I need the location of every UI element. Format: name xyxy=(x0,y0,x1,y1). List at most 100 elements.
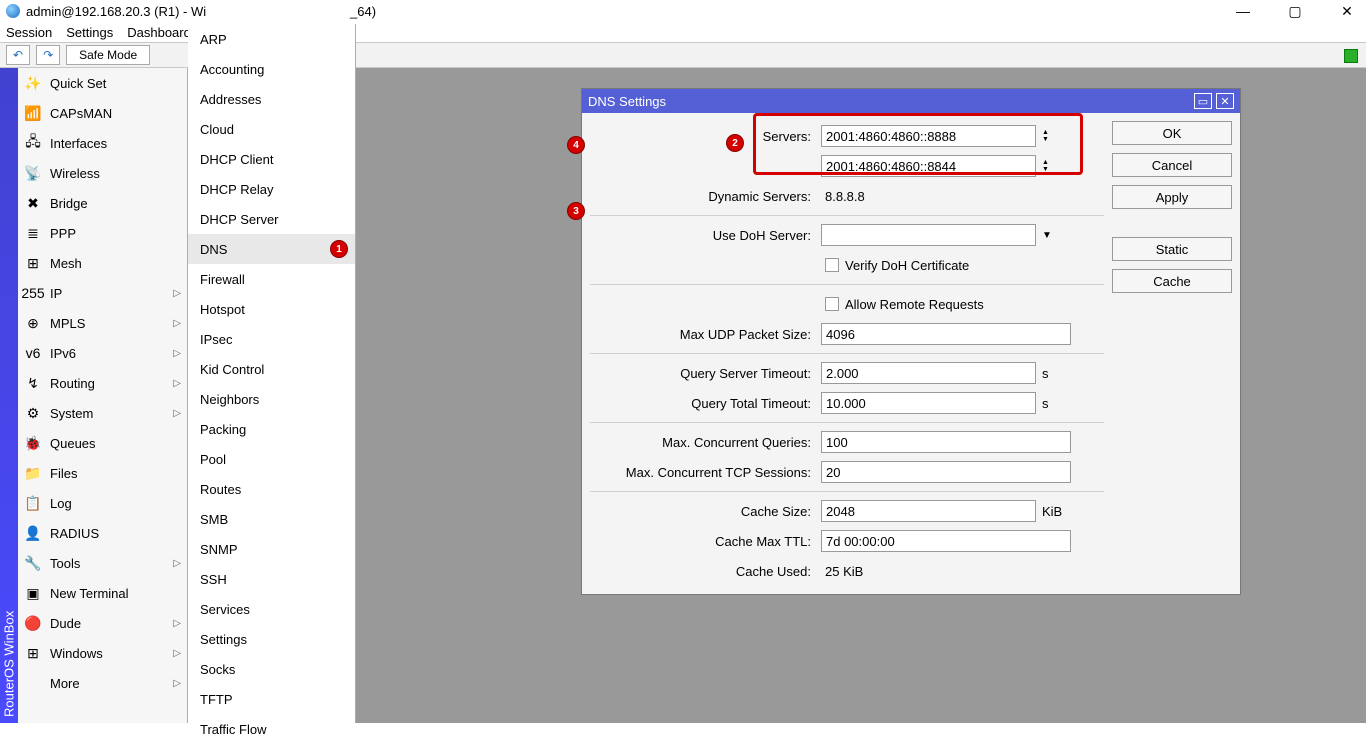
maxq-input[interactable] xyxy=(821,431,1071,453)
sidebar-icon: 255 xyxy=(24,284,42,302)
submenu-item-pool[interactable]: Pool xyxy=(188,444,355,474)
submenu-item-addresses[interactable]: Addresses xyxy=(188,84,355,114)
submenu-item-ipsec[interactable]: IPsec xyxy=(188,324,355,354)
cache-button[interactable]: Cache xyxy=(1112,269,1232,293)
doh-input[interactable] xyxy=(821,224,1036,246)
submenu-item-kid-control[interactable]: Kid Control xyxy=(188,354,355,384)
submenu-item-dns[interactable]: DNS1 xyxy=(188,234,355,264)
submenu-item-dhcp-relay[interactable]: DHCP Relay xyxy=(188,174,355,204)
dynservers-value xyxy=(821,185,1071,207)
dynservers-label: Dynamic Servers: xyxy=(590,189,815,204)
doh-label: Use DoH Server: xyxy=(590,228,815,243)
sidebar-label: Wireless xyxy=(50,166,100,181)
servers-input-1[interactable] xyxy=(821,125,1036,147)
menu-dashboard[interactable]: Dashboard xyxy=(127,25,191,40)
submenu-item-traffic-flow[interactable]: Traffic Flow xyxy=(188,714,355,744)
submenu-item-hotspot[interactable]: Hotspot xyxy=(188,294,355,324)
submenu-item-snmp[interactable]: SNMP xyxy=(188,534,355,564)
submenu-item-packing[interactable]: Packing xyxy=(188,414,355,444)
sidebar-icon: ⊞ xyxy=(24,254,42,272)
submenu-item-settings[interactable]: Settings xyxy=(188,624,355,654)
allow-remote-checkbox[interactable] xyxy=(825,297,839,311)
sidebar-item-radius[interactable]: 👤RADIUS xyxy=(18,518,187,548)
sidebar-item-windows[interactable]: ⊞Windows▷ xyxy=(18,638,187,668)
menu-session[interactable]: Session xyxy=(6,25,52,40)
cmax-input[interactable] xyxy=(821,530,1071,552)
servers-1-spinner[interactable]: ▲▼ xyxy=(1042,129,1056,143)
dialog-buttons: OK Cancel Apply Static Cache 4 3 xyxy=(1112,121,1232,586)
undo-button[interactable]: ↶ xyxy=(6,45,30,65)
sidebar-item-dude[interactable]: 🔴Dude▷ xyxy=(18,608,187,638)
sidebar-item-log[interactable]: 📋Log xyxy=(18,488,187,518)
submenu-item-services[interactable]: Services xyxy=(188,594,355,624)
sidebar-icon: 📋 xyxy=(24,494,42,512)
dialog-titlebar[interactable]: DNS Settings ▭ ✕ xyxy=(582,89,1240,113)
sidebar-item-routing[interactable]: ↯Routing▷ xyxy=(18,368,187,398)
sidebar-item-new-terminal[interactable]: ▣New Terminal xyxy=(18,578,187,608)
sidebar-item-files[interactable]: 📁Files xyxy=(18,458,187,488)
redo-button[interactable]: ↷ xyxy=(36,45,60,65)
csize-input[interactable] xyxy=(821,500,1036,522)
arch-label: _64) xyxy=(350,4,376,19)
close-button[interactable]: ✕ xyxy=(1334,3,1360,20)
sidebar-item-more[interactable]: More▷ xyxy=(18,668,187,698)
sidebar-label: System xyxy=(50,406,93,421)
sidebar-item-bridge[interactable]: ✖Bridge xyxy=(18,188,187,218)
qst-label: Query Server Timeout: xyxy=(590,366,815,381)
submenu-arrow-icon: ▷ xyxy=(173,348,181,359)
sidebar-label: Bridge xyxy=(50,196,88,211)
submenu-item-cloud[interactable]: Cloud xyxy=(188,114,355,144)
cused-label: Cache Used: xyxy=(590,564,815,579)
submenu-arrow-icon: ▷ xyxy=(173,288,181,299)
submenu-item-smb[interactable]: SMB xyxy=(188,504,355,534)
submenu-item-dhcp-client[interactable]: DHCP Client xyxy=(188,144,355,174)
submenu-item-accounting[interactable]: Accounting xyxy=(188,54,355,84)
submenu-item-neighbors[interactable]: Neighbors xyxy=(188,384,355,414)
ok-button[interactable]: OK xyxy=(1112,121,1232,145)
dialog-close-button[interactable]: ✕ xyxy=(1216,93,1234,109)
verify-doh-checkbox[interactable] xyxy=(825,258,839,272)
qtt-input[interactable] xyxy=(821,392,1036,414)
maxudp-input[interactable] xyxy=(821,323,1071,345)
submenu-item-ssh[interactable]: SSH xyxy=(188,564,355,594)
maxtcp-input[interactable] xyxy=(821,461,1071,483)
sidebar-item-wireless[interactable]: 📡Wireless xyxy=(18,158,187,188)
sidebar-item-ppp[interactable]: ≣PPP xyxy=(18,218,187,248)
dialog-restore-button[interactable]: ▭ xyxy=(1194,93,1212,109)
qst-input[interactable] xyxy=(821,362,1036,384)
sidebar-item-tools[interactable]: 🔧Tools▷ xyxy=(18,548,187,578)
doh-dropdown-icon[interactable]: ▼ xyxy=(1042,230,1058,241)
submenu-item-dhcp-server[interactable]: DHCP Server xyxy=(188,204,355,234)
sidebar-icon xyxy=(24,674,42,692)
badge-2: 2 xyxy=(727,135,743,151)
servers-input-2[interactable] xyxy=(821,155,1036,177)
app-icon xyxy=(6,4,20,18)
sidebar-item-system[interactable]: ⚙System▷ xyxy=(18,398,187,428)
sidebar-item-quick-set[interactable]: ✨Quick Set xyxy=(18,68,187,98)
submenu-item-firewall[interactable]: Firewall xyxy=(188,264,355,294)
submenu-item-tftp[interactable]: TFTP xyxy=(188,684,355,714)
sidebar-item-queues[interactable]: 🐞Queues xyxy=(18,428,187,458)
sidebar-item-ipv6[interactable]: v6IPv6▷ xyxy=(18,338,187,368)
static-button[interactable]: Static xyxy=(1112,237,1232,261)
window-title: admin@192.168.20.3 (R1) - Wi xyxy=(26,4,206,19)
sidebar-item-mpls[interactable]: ⊕MPLS▷ xyxy=(18,308,187,338)
submenu-item-routes[interactable]: Routes xyxy=(188,474,355,504)
apply-button[interactable]: Apply xyxy=(1112,185,1232,209)
sidebar-item-mesh[interactable]: ⊞Mesh xyxy=(18,248,187,278)
maximize-button[interactable]: ▢ xyxy=(1282,3,1308,20)
sidebar-item-ip[interactable]: 255IP▷ xyxy=(18,278,187,308)
dns-settings-dialog: DNS Settings ▭ ✕ Servers: ▲▼ ▲▼ xyxy=(581,88,1241,595)
submenu-item-arp[interactable]: ARP xyxy=(188,24,355,54)
sidebar-item-capsman[interactable]: 📶CAPsMAN xyxy=(18,98,187,128)
cancel-button[interactable]: Cancel xyxy=(1112,153,1232,177)
undo-icon: ↶ xyxy=(13,48,23,62)
servers-2-spinner[interactable]: ▲▼ xyxy=(1042,159,1056,173)
sidebar-label: Interfaces xyxy=(50,136,107,151)
safe-mode-button[interactable]: Safe Mode xyxy=(66,45,150,65)
submenu-item-socks[interactable]: Socks xyxy=(188,654,355,684)
sidebar-item-interfaces[interactable]: 🖧Interfaces xyxy=(18,128,187,158)
minimize-button[interactable]: — xyxy=(1230,3,1256,20)
sidebar-label: Windows xyxy=(50,646,103,661)
menu-settings[interactable]: Settings xyxy=(66,25,113,40)
